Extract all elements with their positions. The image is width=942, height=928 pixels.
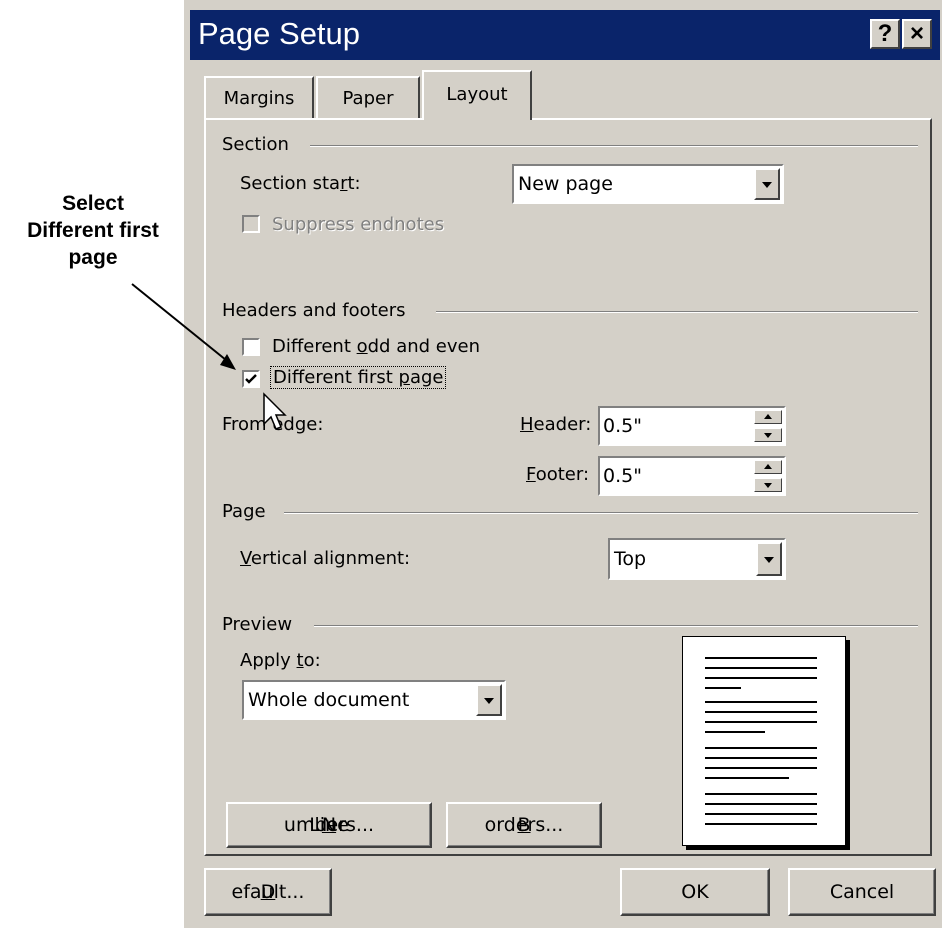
preview-heading: Preview bbox=[222, 614, 293, 635]
section-divider bbox=[310, 145, 918, 147]
footer-label: Footer: bbox=[526, 464, 590, 485]
different-odd-even-checkbox[interactable] bbox=[242, 338, 260, 356]
chevron-down-icon[interactable] bbox=[476, 684, 502, 716]
section-start-select[interactable]: New page bbox=[512, 164, 784, 204]
headers-footers-heading: Headers and footers bbox=[222, 300, 406, 321]
different-odd-even-label[interactable]: Different odd and even bbox=[272, 336, 480, 357]
page-divider bbox=[284, 512, 918, 514]
footer-distance-value: 0.5" bbox=[603, 465, 642, 487]
tab-margins[interactable]: Margins bbox=[204, 76, 314, 118]
header-label: Header: bbox=[520, 414, 592, 435]
ok-button[interactable]: OK bbox=[620, 868, 770, 916]
cancel-button[interactable]: Cancel bbox=[788, 868, 936, 916]
page-preview-thumbnail bbox=[682, 636, 846, 846]
tab-paper[interactable]: Paper bbox=[316, 76, 420, 118]
suppress-endnotes-checkbox[interactable] bbox=[242, 215, 260, 233]
apply-to-value: Whole document bbox=[248, 689, 410, 711]
different-first-page-label[interactable]: Different first page bbox=[270, 366, 447, 389]
section-start-value: New page bbox=[518, 173, 613, 195]
header-distance-spinner[interactable]: 0.5" bbox=[598, 406, 786, 446]
apply-to-select[interactable]: Whole document bbox=[242, 680, 506, 720]
preview-divider bbox=[314, 625, 918, 627]
footer-distance-spinner[interactable]: 0.5" bbox=[598, 456, 786, 496]
callout-line-3: page bbox=[68, 246, 118, 269]
spin-down-icon[interactable] bbox=[754, 478, 782, 492]
line-numbers-button[interactable]: Line Numbers... bbox=[226, 802, 432, 848]
from-edge-label: From edge: bbox=[222, 414, 324, 435]
header-distance-value: 0.5" bbox=[603, 415, 642, 437]
page-heading: Page bbox=[222, 501, 266, 522]
spin-up-icon[interactable] bbox=[754, 410, 782, 424]
callout-line-2: Different first bbox=[27, 219, 159, 242]
close-button[interactable]: × bbox=[902, 19, 932, 49]
borders-button[interactable]: Borders... bbox=[446, 802, 602, 848]
section-heading: Section bbox=[222, 134, 289, 155]
title-bar: Page Setup ? × bbox=[190, 10, 940, 60]
checkmark-icon bbox=[245, 374, 257, 384]
vertical-alignment-value: Top bbox=[614, 548, 647, 570]
tab-layout[interactable]: Layout bbox=[422, 70, 532, 120]
different-first-page-checkbox[interactable] bbox=[242, 370, 260, 388]
apply-to-label: Apply to: bbox=[240, 650, 321, 671]
page-setup-dialog: Page Setup ? × Margins Paper Layout Sect… bbox=[182, 0, 942, 928]
callout-annotation: Select Different first page bbox=[0, 190, 186, 271]
suppress-endnotes-label: Suppress endnotes bbox=[272, 214, 445, 235]
chevron-down-icon[interactable] bbox=[756, 542, 782, 576]
callout-line-1: Select bbox=[62, 192, 124, 215]
spin-up-icon[interactable] bbox=[754, 460, 782, 474]
help-button[interactable]: ? bbox=[870, 19, 900, 49]
headers-footers-divider bbox=[436, 311, 918, 313]
chevron-down-icon[interactable] bbox=[754, 168, 780, 200]
default-button[interactable]: Default... bbox=[204, 868, 332, 916]
section-start-label: Section start: bbox=[240, 173, 361, 194]
vertical-alignment-label: Vertical alignment: bbox=[240, 548, 411, 569]
spin-down-icon[interactable] bbox=[754, 428, 782, 442]
dialog-title: Page Setup bbox=[198, 16, 361, 51]
vertical-alignment-select[interactable]: Top bbox=[608, 538, 786, 580]
